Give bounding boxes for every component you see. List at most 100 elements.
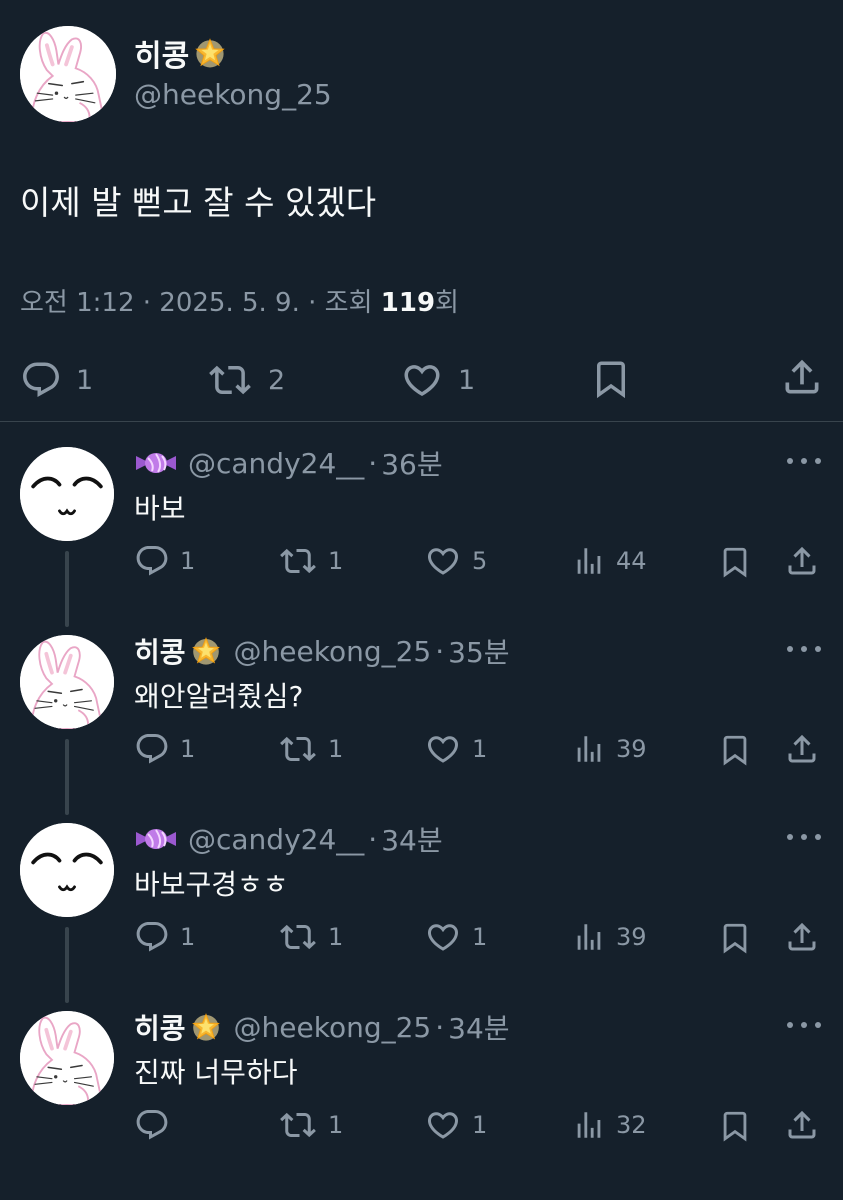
views-icon: [572, 1107, 606, 1143]
like-icon: [400, 359, 444, 401]
tweet-timestamp[interactable]: 오전 1:12 · 2025. 5. 9. · 조회: [20, 288, 381, 318]
reply-button[interactable]: 1: [134, 543, 195, 579]
reply-time[interactable]: 35분: [448, 631, 509, 671]
share-button[interactable]: [784, 543, 820, 579]
reply-time[interactable]: 36분: [381, 443, 442, 483]
reply-header: @candy24__ · 36분: [134, 445, 443, 481]
star-emoji-icon: [193, 36, 227, 70]
share-icon: [784, 1107, 820, 1143]
bookmark-icon: [718, 731, 752, 769]
bookmark-button[interactable]: [590, 356, 632, 402]
share-button[interactable]: [784, 1107, 820, 1143]
reply-tweet[interactable]: 히콩 @heekong_25 · 35분 왜안알려줬심? 1 1 1 39: [0, 635, 843, 823]
display-name[interactable]: 히콩: [134, 631, 186, 671]
views-button[interactable]: 32: [572, 1107, 647, 1143]
retweet-button[interactable]: 1: [278, 1107, 343, 1143]
display-name[interactable]: 히콩: [134, 1007, 186, 1047]
more-icon[interactable]: [787, 639, 821, 659]
retweet-count: 1: [328, 735, 344, 763]
reply-time[interactable]: 34분: [381, 819, 442, 859]
bunny-avatar-image: [20, 26, 116, 122]
share-icon: [784, 731, 820, 767]
bookmark-button[interactable]: [718, 919, 752, 957]
reply-button[interactable]: 1: [20, 359, 93, 401]
more-icon[interactable]: [787, 1015, 821, 1035]
view-count: 119: [380, 288, 436, 318]
user-handle[interactable]: @heekong_25: [234, 1011, 432, 1044]
views-count: 32: [616, 1111, 647, 1139]
display-name[interactable]: 히콩: [134, 31, 332, 75]
views-count: 39: [616, 923, 647, 951]
reply-button[interactable]: 1: [134, 919, 195, 955]
reply-actions: 1 1 1 39: [0, 731, 843, 771]
reply-icon: [134, 543, 170, 579]
retweet-button[interactable]: 1: [278, 731, 343, 767]
bookmark-button[interactable]: [718, 731, 752, 769]
main-tweet-author: 히콩 @heekong_25: [134, 34, 332, 111]
share-button[interactable]: [784, 919, 820, 955]
user-handle[interactable]: @heekong_25: [234, 635, 432, 668]
like-button[interactable]: 1: [424, 731, 487, 767]
avatar[interactable]: [20, 823, 114, 917]
bookmark-icon: [590, 356, 632, 402]
bookmark-button[interactable]: [718, 543, 752, 581]
retweet-button[interactable]: 1: [278, 919, 343, 955]
views-button[interactable]: 39: [572, 919, 647, 955]
more-icon[interactable]: [787, 451, 821, 471]
bookmark-icon: [718, 1107, 752, 1145]
reply-actions: 1 1 5 44: [0, 543, 843, 583]
share-button[interactable]: [784, 731, 820, 767]
like-button[interactable]: 1: [400, 359, 475, 401]
views-count: 39: [616, 735, 647, 763]
share-button[interactable]: [780, 355, 824, 399]
bunny-avatar-image: [20, 635, 114, 729]
retweet-button[interactable]: 1: [278, 543, 343, 579]
avatar[interactable]: [20, 635, 114, 729]
reply-icon: [20, 359, 62, 401]
retweet-icon: [278, 1107, 318, 1143]
like-button[interactable]: 1: [424, 1107, 487, 1143]
views-button[interactable]: 39: [572, 731, 647, 767]
views-icon: [572, 919, 606, 955]
reply-tweet[interactable]: @candy24__ · 36분 바보 1 1 5 44: [0, 447, 843, 635]
user-handle[interactable]: @candy24__: [188, 447, 364, 480]
like-button[interactable]: 1: [424, 919, 487, 955]
reply-tweet[interactable]: @candy24__ · 34분 바보구경ㅎㅎ 1 1 1 39: [0, 823, 843, 1011]
reply-count: 1: [180, 547, 196, 575]
reply-tweet[interactable]: 히콩 @heekong_25 · 34분 진짜 너무하다 1 1 32: [0, 1011, 843, 1199]
display-name-text[interactable]: 히콩: [134, 31, 189, 75]
reply-icon: [134, 919, 170, 955]
main-tweet-text: 이제 발 뻗고 잘 수 있겠다: [20, 183, 377, 222]
retweet-button[interactable]: 2: [206, 359, 285, 401]
more-icon[interactable]: [787, 827, 821, 847]
reply-button[interactable]: 1: [134, 731, 195, 767]
like-count: 1: [472, 735, 488, 763]
user-handle[interactable]: @heekong_25: [134, 78, 332, 111]
avatar[interactable]: [20, 26, 116, 122]
views-button[interactable]: 44: [572, 543, 647, 579]
user-handle[interactable]: @candy24__: [188, 823, 364, 856]
share-icon: [784, 543, 820, 579]
avatar[interactable]: [20, 1011, 114, 1105]
separator-dot: ·: [435, 634, 445, 668]
retweet-count: 1: [328, 1111, 344, 1139]
like-icon: [424, 543, 462, 579]
face-avatar-image: [20, 447, 114, 541]
like-button[interactable]: 5: [424, 543, 487, 579]
avatar[interactable]: [20, 447, 114, 541]
like-count: 1: [458, 364, 476, 396]
retweet-icon: [278, 919, 318, 955]
like-count: 5: [472, 547, 488, 575]
divider: [0, 421, 843, 422]
main-tweet-header: 히콩 @heekong_25: [20, 26, 332, 122]
views-icon: [572, 543, 606, 579]
reply-actions: 1 1 1 39: [0, 919, 843, 959]
bookmark-icon: [718, 919, 752, 957]
bookmark-button[interactable]: [718, 1107, 752, 1145]
retweet-count: 1: [328, 547, 344, 575]
reply-time[interactable]: 34분: [448, 1007, 509, 1047]
separator-dot: ·: [368, 446, 378, 480]
reply-button[interactable]: [134, 1107, 180, 1143]
like-icon: [424, 919, 462, 955]
reply-icon: [134, 1107, 170, 1143]
